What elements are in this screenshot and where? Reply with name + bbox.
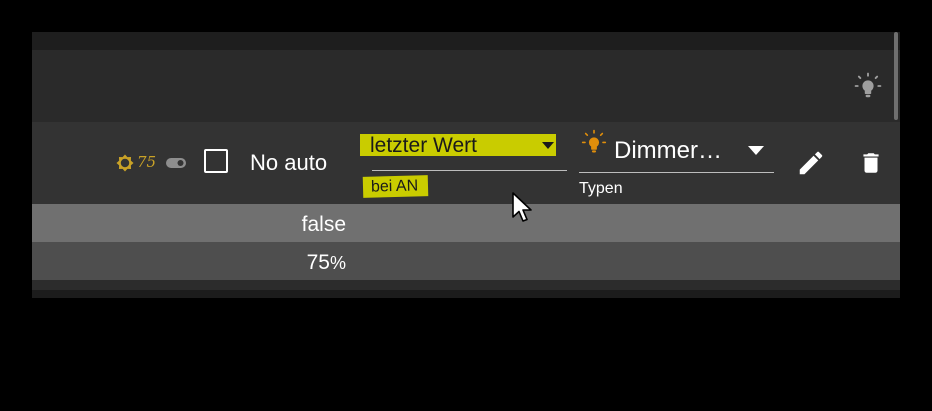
lightbulb-icon <box>581 129 607 153</box>
lightbulb-icon[interactable] <box>852 70 884 102</box>
trash-icon[interactable] <box>858 148 884 178</box>
no-auto-label: No auto <box>250 150 328 175</box>
dropdown-arrow-icon[interactable] <box>748 146 764 155</box>
mouse-cursor-icon <box>512 192 532 222</box>
toggle-icon[interactable] <box>166 158 186 168</box>
scrollbar-thumb[interactable] <box>894 32 898 120</box>
level-row: 75% <box>32 242 900 280</box>
bottom-strip <box>32 280 900 290</box>
pencil-icon[interactable] <box>796 148 826 178</box>
value-row: false <box>32 204 900 242</box>
level-row-value: 75 <box>306 251 330 274</box>
state-row: 75 No auto letzter Wert bei AN Dimmer… T… <box>32 122 900 204</box>
behavior-select-value: letzter Wert <box>370 134 477 157</box>
type-select-label: Typen <box>579 180 623 197</box>
behavior-select-underline <box>372 170 567 171</box>
brightness-icon <box>116 154 134 172</box>
scene-panel: 75 No auto letzter Wert bei AN Dimmer… T… <box>32 32 900 298</box>
top-strip <box>32 32 900 50</box>
dropdown-arrow-icon <box>542 142 554 149</box>
no-auto-checkbox[interactable] <box>204 149 228 173</box>
level-row-unit: % <box>329 253 346 273</box>
brightness-level-value: 75 <box>137 153 157 171</box>
value-row-text: false <box>301 213 346 236</box>
level-row-text: 75% <box>307 251 346 275</box>
behavior-helper-text: bei AN <box>362 175 429 198</box>
behavior-select[interactable]: letzter Wert <box>360 134 556 157</box>
type-select-underline <box>579 172 774 173</box>
type-select-value[interactable]: Dimmer… <box>614 137 722 165</box>
header-row <box>32 50 900 122</box>
